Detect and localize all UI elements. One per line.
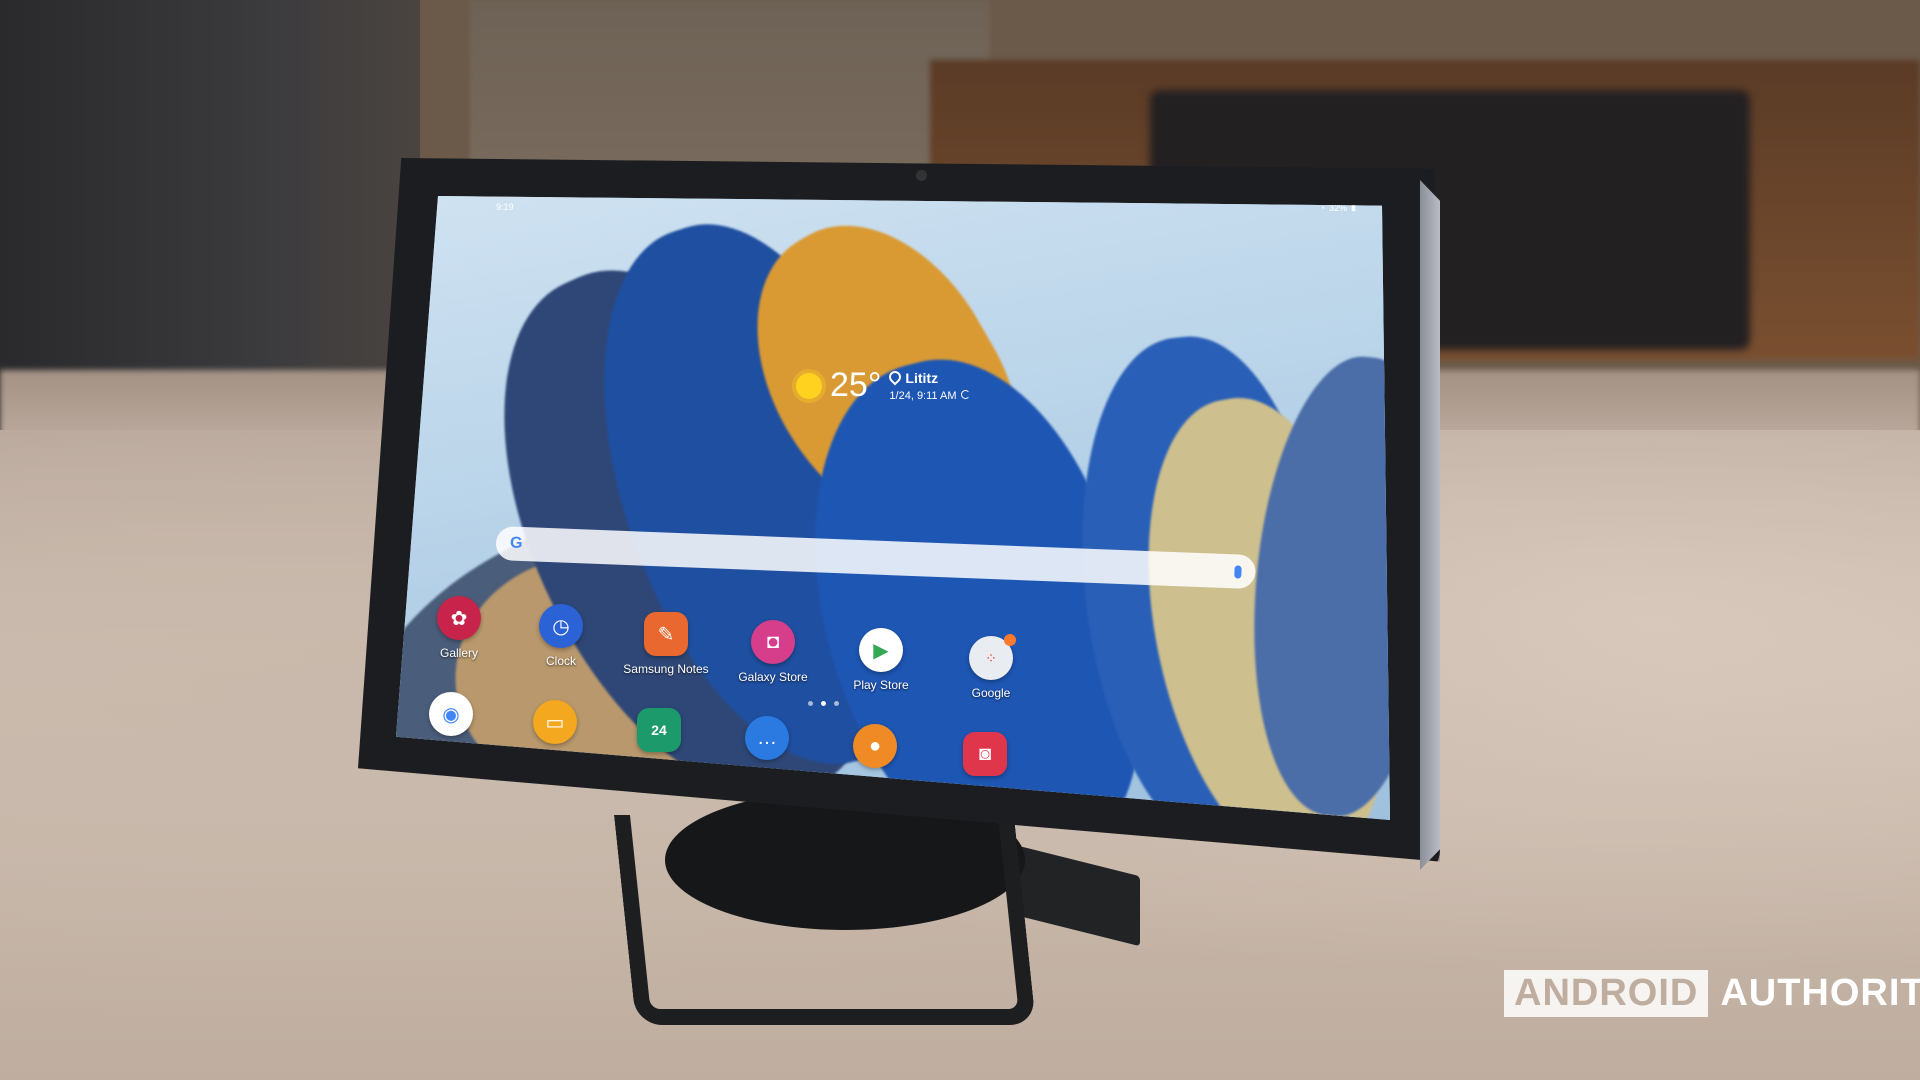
chrome-icon: ◉ — [429, 692, 473, 736]
weather-updated-row: 1/24, 9:11 AM — [889, 389, 970, 402]
app-contacts[interactable]: ● — [820, 724, 930, 768]
app-galaxy-store[interactable]: ◘ Galaxy Store — [718, 620, 828, 684]
weather-location-row: Lititz — [886, 368, 969, 386]
status-time: 9:19 — [496, 202, 514, 212]
notification-badge — [1004, 634, 1016, 646]
front-camera — [916, 170, 927, 181]
app-label: Clock — [545, 654, 576, 668]
app-calendar[interactable]: 24 — [604, 708, 714, 752]
app-label: Samsung Notes — [623, 662, 709, 676]
app-clock[interactable]: ◷ Clock — [506, 604, 616, 668]
google-g-icon: G — [509, 534, 523, 553]
location-pin-icon — [886, 368, 904, 385]
weather-datetime: 1/24, 9:11 AM — [889, 389, 957, 402]
watermark-authority: AUTHORITY — [1720, 972, 1920, 1014]
calendar-icon: 24 — [637, 708, 681, 752]
tablet-edge — [1420, 180, 1440, 870]
weather-info: Lititz 1/24, 9:11 AM — [886, 368, 970, 402]
app-samsung-notes[interactable]: ✎ Samsung Notes — [611, 612, 721, 676]
weather-widget[interactable]: 25° Lititz 1/24, 9:11 AM — [796, 366, 970, 405]
mic-icon[interactable] — [1234, 564, 1242, 579]
store-icon: ◘ — [751, 620, 795, 664]
gallery-icon: ✿ — [437, 596, 481, 640]
app-play-store[interactable]: ▶ Play Store — [826, 628, 936, 692]
camera-icon: ◙ — [963, 732, 1007, 776]
tablet-screen: 9:19 ◔ 32% ▮ 25° Lititz 1/24, 9:11 AM G … — [396, 196, 1390, 820]
android-authority-watermark: ANDROID AUTHORITY — [1504, 970, 1920, 1017]
app-label: Play Store — [853, 678, 909, 692]
weather-location: Lititz — [905, 369, 939, 386]
page-dot — [834, 701, 839, 706]
app-label: Galaxy Store — [738, 670, 808, 684]
app-label: Gallery — [439, 646, 478, 660]
app-my-files[interactable]: ▭ — [500, 700, 610, 744]
page-dot — [808, 701, 813, 706]
refresh-icon[interactable] — [960, 389, 970, 399]
clock-icon: ◷ — [539, 604, 583, 648]
contacts-icon: ● — [853, 724, 897, 768]
app-messages[interactable]: … — [712, 716, 822, 760]
app-google-folder[interactable]: ⁘ Google — [936, 634, 1046, 700]
play-icon: ▶ — [859, 628, 903, 672]
files-icon: ▭ — [533, 700, 577, 744]
weather-temperature: 25° — [830, 366, 882, 404]
page-dot-active — [821, 701, 826, 706]
stand-leg — [613, 815, 1037, 1025]
watermark-android: ANDROID — [1504, 970, 1709, 1017]
notes-icon: ✎ — [644, 612, 688, 656]
app-label: Google — [971, 686, 1011, 700]
app-camera[interactable]: ◙ — [930, 732, 1040, 776]
app-gallery[interactable]: ✿ Gallery — [404, 596, 514, 660]
page-indicator — [808, 701, 839, 706]
messages-icon: … — [745, 716, 789, 760]
sun-icon — [796, 372, 822, 399]
app-chrome[interactable]: ◉ — [396, 692, 506, 736]
